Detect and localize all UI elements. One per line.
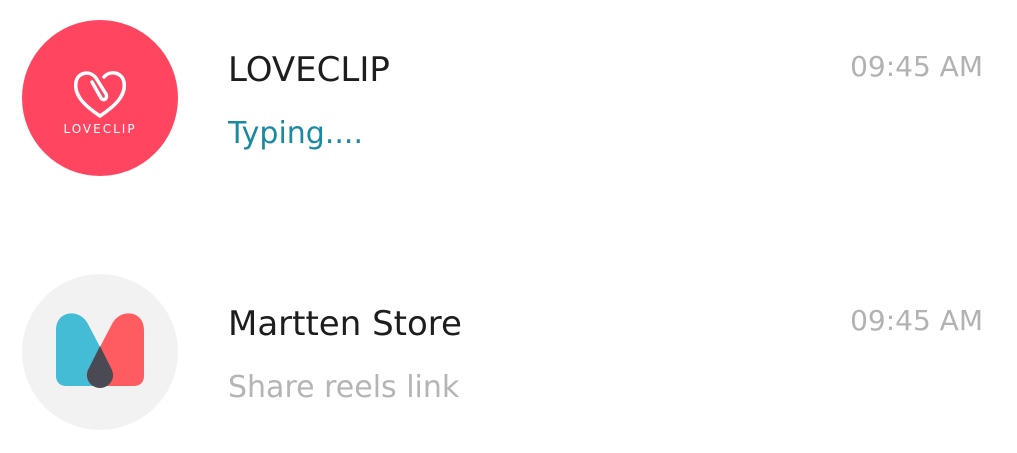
chat-list: LOVECLIP LOVECLIP Typing.... 09:45 AM Ma… xyxy=(0,0,1017,453)
message-preview: Share reels link xyxy=(228,370,460,405)
avatar-logo-text: LOVECLIP xyxy=(63,122,137,136)
heart-clip-icon xyxy=(73,71,127,118)
chat-time: 09:45 AM xyxy=(850,50,983,83)
typing-indicator: Typing.... xyxy=(228,116,363,151)
chat-name: LOVECLIP xyxy=(228,50,390,90)
chat-item-loveclip[interactable]: LOVECLIP LOVECLIP Typing.... 09:45 AM xyxy=(0,20,1017,180)
chat-item-martten-store[interactable]: Martten Store Share reels link 09:45 AM xyxy=(0,274,1017,434)
m-logo-icon xyxy=(56,313,144,388)
avatar: LOVECLIP xyxy=(22,20,178,176)
chat-name: Martten Store xyxy=(228,304,462,344)
chat-time: 09:45 AM xyxy=(850,304,983,337)
avatar xyxy=(22,274,178,430)
